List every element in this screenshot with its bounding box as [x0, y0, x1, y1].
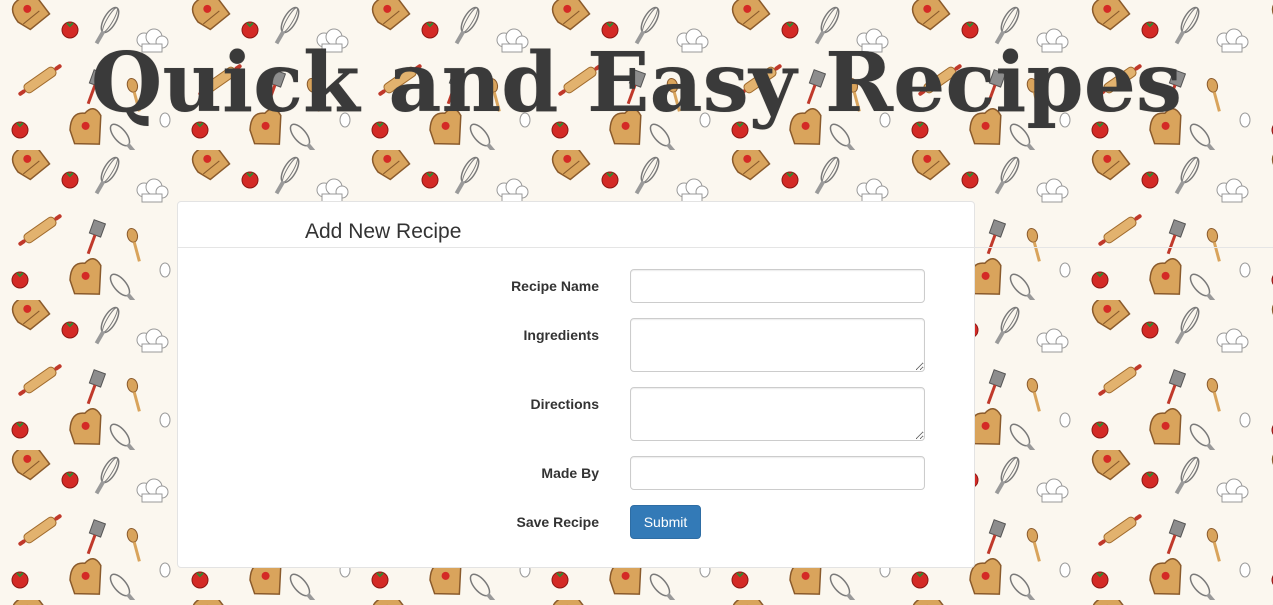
directions-label: Directions — [530, 396, 599, 412]
ingredients-label: Ingredients — [523, 327, 599, 343]
save-recipe-label: Save Recipe — [516, 514, 600, 530]
made-by-input[interactable] — [630, 456, 925, 490]
ingredients-textarea[interactable] — [630, 318, 925, 372]
recipe-name-input[interactable] — [630, 269, 925, 303]
directions-textarea[interactable] — [630, 387, 925, 441]
submit-button[interactable]: Submit — [630, 505, 701, 539]
heading-divider — [178, 247, 1273, 248]
recipe-name-label: Recipe Name — [511, 278, 599, 294]
add-recipe-panel: Add New Recipe Recipe Name Ingredients D… — [177, 201, 1273, 568]
page-title: Quick and Easy Recipes — [90, 35, 1183, 131]
form-heading: Add New Recipe — [305, 220, 462, 243]
made-by-label: Made By — [541, 465, 599, 481]
